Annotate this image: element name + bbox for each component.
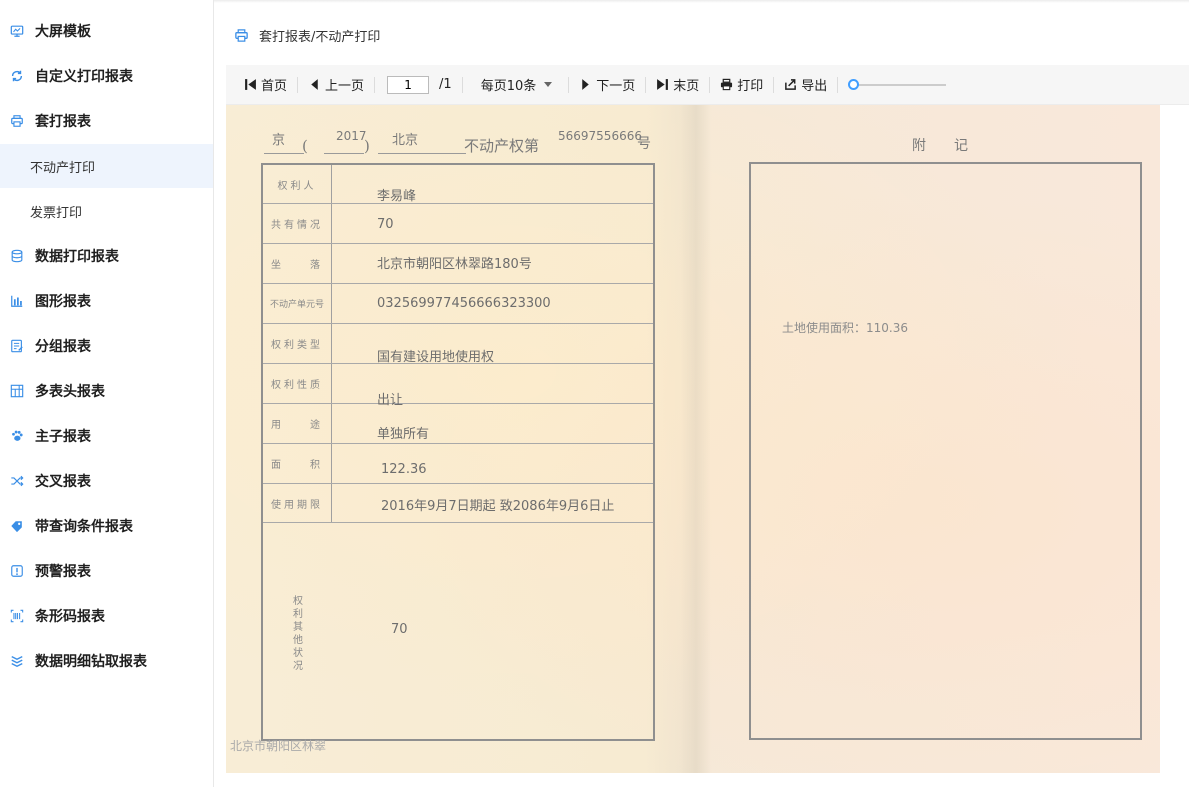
sidebar-item-label: 分组报表 <box>35 339 91 355</box>
sidebar-item-invoice-print[interactable]: 发票打印 <box>0 189 213 233</box>
cert-title: 不动产权第 <box>464 137 540 155</box>
sidebar-item-label: 图形报表 <box>35 294 91 310</box>
table-row: 坐 落 北京市朝阳区林翠路180号 <box>263 244 653 284</box>
tag-icon <box>9 518 25 534</box>
prev-page-icon <box>311 79 318 90</box>
report-toolbar: 首页 上一页 /1 每页10条 下一页 末页 打印 导出 <box>226 65 1189 105</box>
print-button[interactable]: 打印 <box>710 74 773 96</box>
first-page-icon <box>245 79 256 90</box>
printer-icon <box>9 113 25 129</box>
zoom-track <box>852 83 947 86</box>
last-page-button[interactable]: 末页 <box>646 74 709 96</box>
sidebar-item-custom-print[interactable]: 自定义打印报表 <box>0 54 213 98</box>
sidebar-item-master-detail[interactable]: 主子报表 <box>0 414 213 458</box>
last-page-icon <box>657 79 669 90</box>
next-page-icon <box>582 79 589 90</box>
sidebar-item-real-estate-print[interactable]: 不动产打印 <box>0 144 213 188</box>
cert-notes-box <box>749 162 1142 740</box>
table-row: 用 途 单独所有 <box>263 404 653 444</box>
table-row: 权利类型 国有建设用地使用权 <box>263 324 653 365</box>
chevron-down-icon <box>544 82 553 87</box>
sidebar-item-label: 数据打印报表 <box>35 249 119 265</box>
sidebar-item-label: 数据明细钻取报表 <box>35 654 147 670</box>
cert-right-title: 附 记 <box>912 138 968 154</box>
zoom-slider[interactable] <box>848 78 948 92</box>
page-size-select[interactable]: 每页10条 <box>463 74 569 96</box>
sidebar-item-label: 预警报表 <box>35 564 91 580</box>
cert-note-text: 土地使用面积：110.36 <box>782 321 908 335</box>
sidebar-item-label: 套打报表 <box>35 114 91 130</box>
paw-icon <box>9 428 25 444</box>
monitor-icon <box>9 23 25 39</box>
edit-list-icon <box>9 338 25 354</box>
sidebar: 大屏模板 自定义打印报表 套打报表 不动产打印 发票打印 数据打印报表 图形报表… <box>0 0 214 787</box>
sidebar-item-alert-report[interactable]: 预警报表 <box>0 549 213 593</box>
shuffle-icon <box>9 473 25 489</box>
sidebar-item-barcode-report[interactable]: 条形码报表 <box>0 594 213 638</box>
sidebar-item-dashboard-template[interactable]: 大屏模板 <box>0 9 213 53</box>
cert-year: 2017 <box>336 129 367 143</box>
cert-footer-text: 北京市朝阳区林翠 <box>230 739 327 753</box>
other-status-value: 70 <box>391 622 408 637</box>
refresh-icon <box>9 68 25 84</box>
next-page-button[interactable]: 下一页 <box>569 74 645 96</box>
prev-page-button[interactable]: 上一页 <box>298 74 374 96</box>
table-row: 不动产单元号 032569977456666323300 <box>263 284 653 324</box>
page-fold <box>681 105 711 773</box>
database-icon <box>9 248 25 264</box>
sidebar-item-drilldown-report[interactable]: 数据明细钻取报表 <box>0 639 213 683</box>
sidebar-item-cross-report[interactable]: 交叉报表 <box>0 459 213 503</box>
breadcrumb: 套打报表/不动产打印 <box>234 24 380 46</box>
cert-underline <box>264 153 304 154</box>
cert-hao: 号 <box>637 136 651 152</box>
sidebar-item-overlay-print[interactable]: 套打报表 <box>0 99 213 143</box>
table-row: 权利性质 出让 <box>263 364 653 408</box>
sidebar-item-label: 不动产打印 <box>30 160 96 176</box>
sidebar-item-chart-report[interactable]: 图形报表 <box>0 279 213 323</box>
cert-lparen: ( <box>302 137 308 155</box>
sidebar-item-label: 大屏模板 <box>35 24 91 40</box>
cert-underline <box>378 153 466 154</box>
sidebar-item-label: 自定义打印报表 <box>35 69 133 85</box>
sidebar-item-label: 交叉报表 <box>35 474 91 490</box>
first-page-button[interactable]: 首页 <box>226 74 297 96</box>
barcode-icon <box>9 608 25 624</box>
toolbar-divider <box>374 76 376 93</box>
table-row: 面 积 122.36 <box>263 444 653 484</box>
print-icon <box>721 78 733 91</box>
bar-chart-icon <box>9 293 25 309</box>
export-button[interactable]: 导出 <box>774 74 837 96</box>
table-row: 使用期限 2016年9月7日期起 致2086年9月6日止 <box>263 484 653 523</box>
table-row: 权利人 李易峰 <box>263 165 653 204</box>
alert-icon <box>9 563 25 579</box>
sidebar-item-label: 发票打印 <box>30 205 83 221</box>
sidebar-item-label: 主子报表 <box>35 429 91 445</box>
page-total: /1 <box>439 77 452 92</box>
layers-icon <box>9 653 25 669</box>
sidebar-item-group-report[interactable]: 分组报表 <box>0 324 213 368</box>
table-row: 共有情况 70 <box>263 204 653 244</box>
toolbar-divider <box>837 76 839 93</box>
cert-underline <box>324 153 364 154</box>
cert-number: 56697556666 <box>558 129 642 143</box>
cert-rparen: ) <box>364 137 370 155</box>
cert-rights-table: 权利人 李易峰 共有情况 70 坐 落 北京市朝阳区林翠路180号 不动产单元号… <box>261 163 655 741</box>
export-icon <box>785 79 797 90</box>
page-number-input[interactable] <box>387 75 430 94</box>
certificate-preview: 京 ( 2017 ) 北京 不动产权第 56697556666 号 附 记 权利… <box>226 105 1160 773</box>
zoom-handle[interactable] <box>848 78 860 90</box>
sidebar-item-label: 多表头报表 <box>35 384 105 400</box>
sidebar-item-multi-header[interactable]: 多表头报表 <box>0 369 213 413</box>
cert-city: 北京 <box>392 133 419 148</box>
breadcrumb-text: 套打报表/不动产打印 <box>259 29 381 45</box>
sidebar-item-label: 带查询条件报表 <box>35 519 133 535</box>
cert-region: 京 <box>272 133 286 148</box>
printer-icon <box>235 28 248 42</box>
sidebar-item-data-print[interactable]: 数据打印报表 <box>0 234 213 278</box>
sidebar-item-label: 条形码报表 <box>35 609 105 625</box>
sidebar-item-query-report[interactable]: 带查询条件报表 <box>0 504 213 548</box>
table-header-icon <box>9 383 25 399</box>
other-status-label: 权利其他状况 <box>293 596 303 672</box>
